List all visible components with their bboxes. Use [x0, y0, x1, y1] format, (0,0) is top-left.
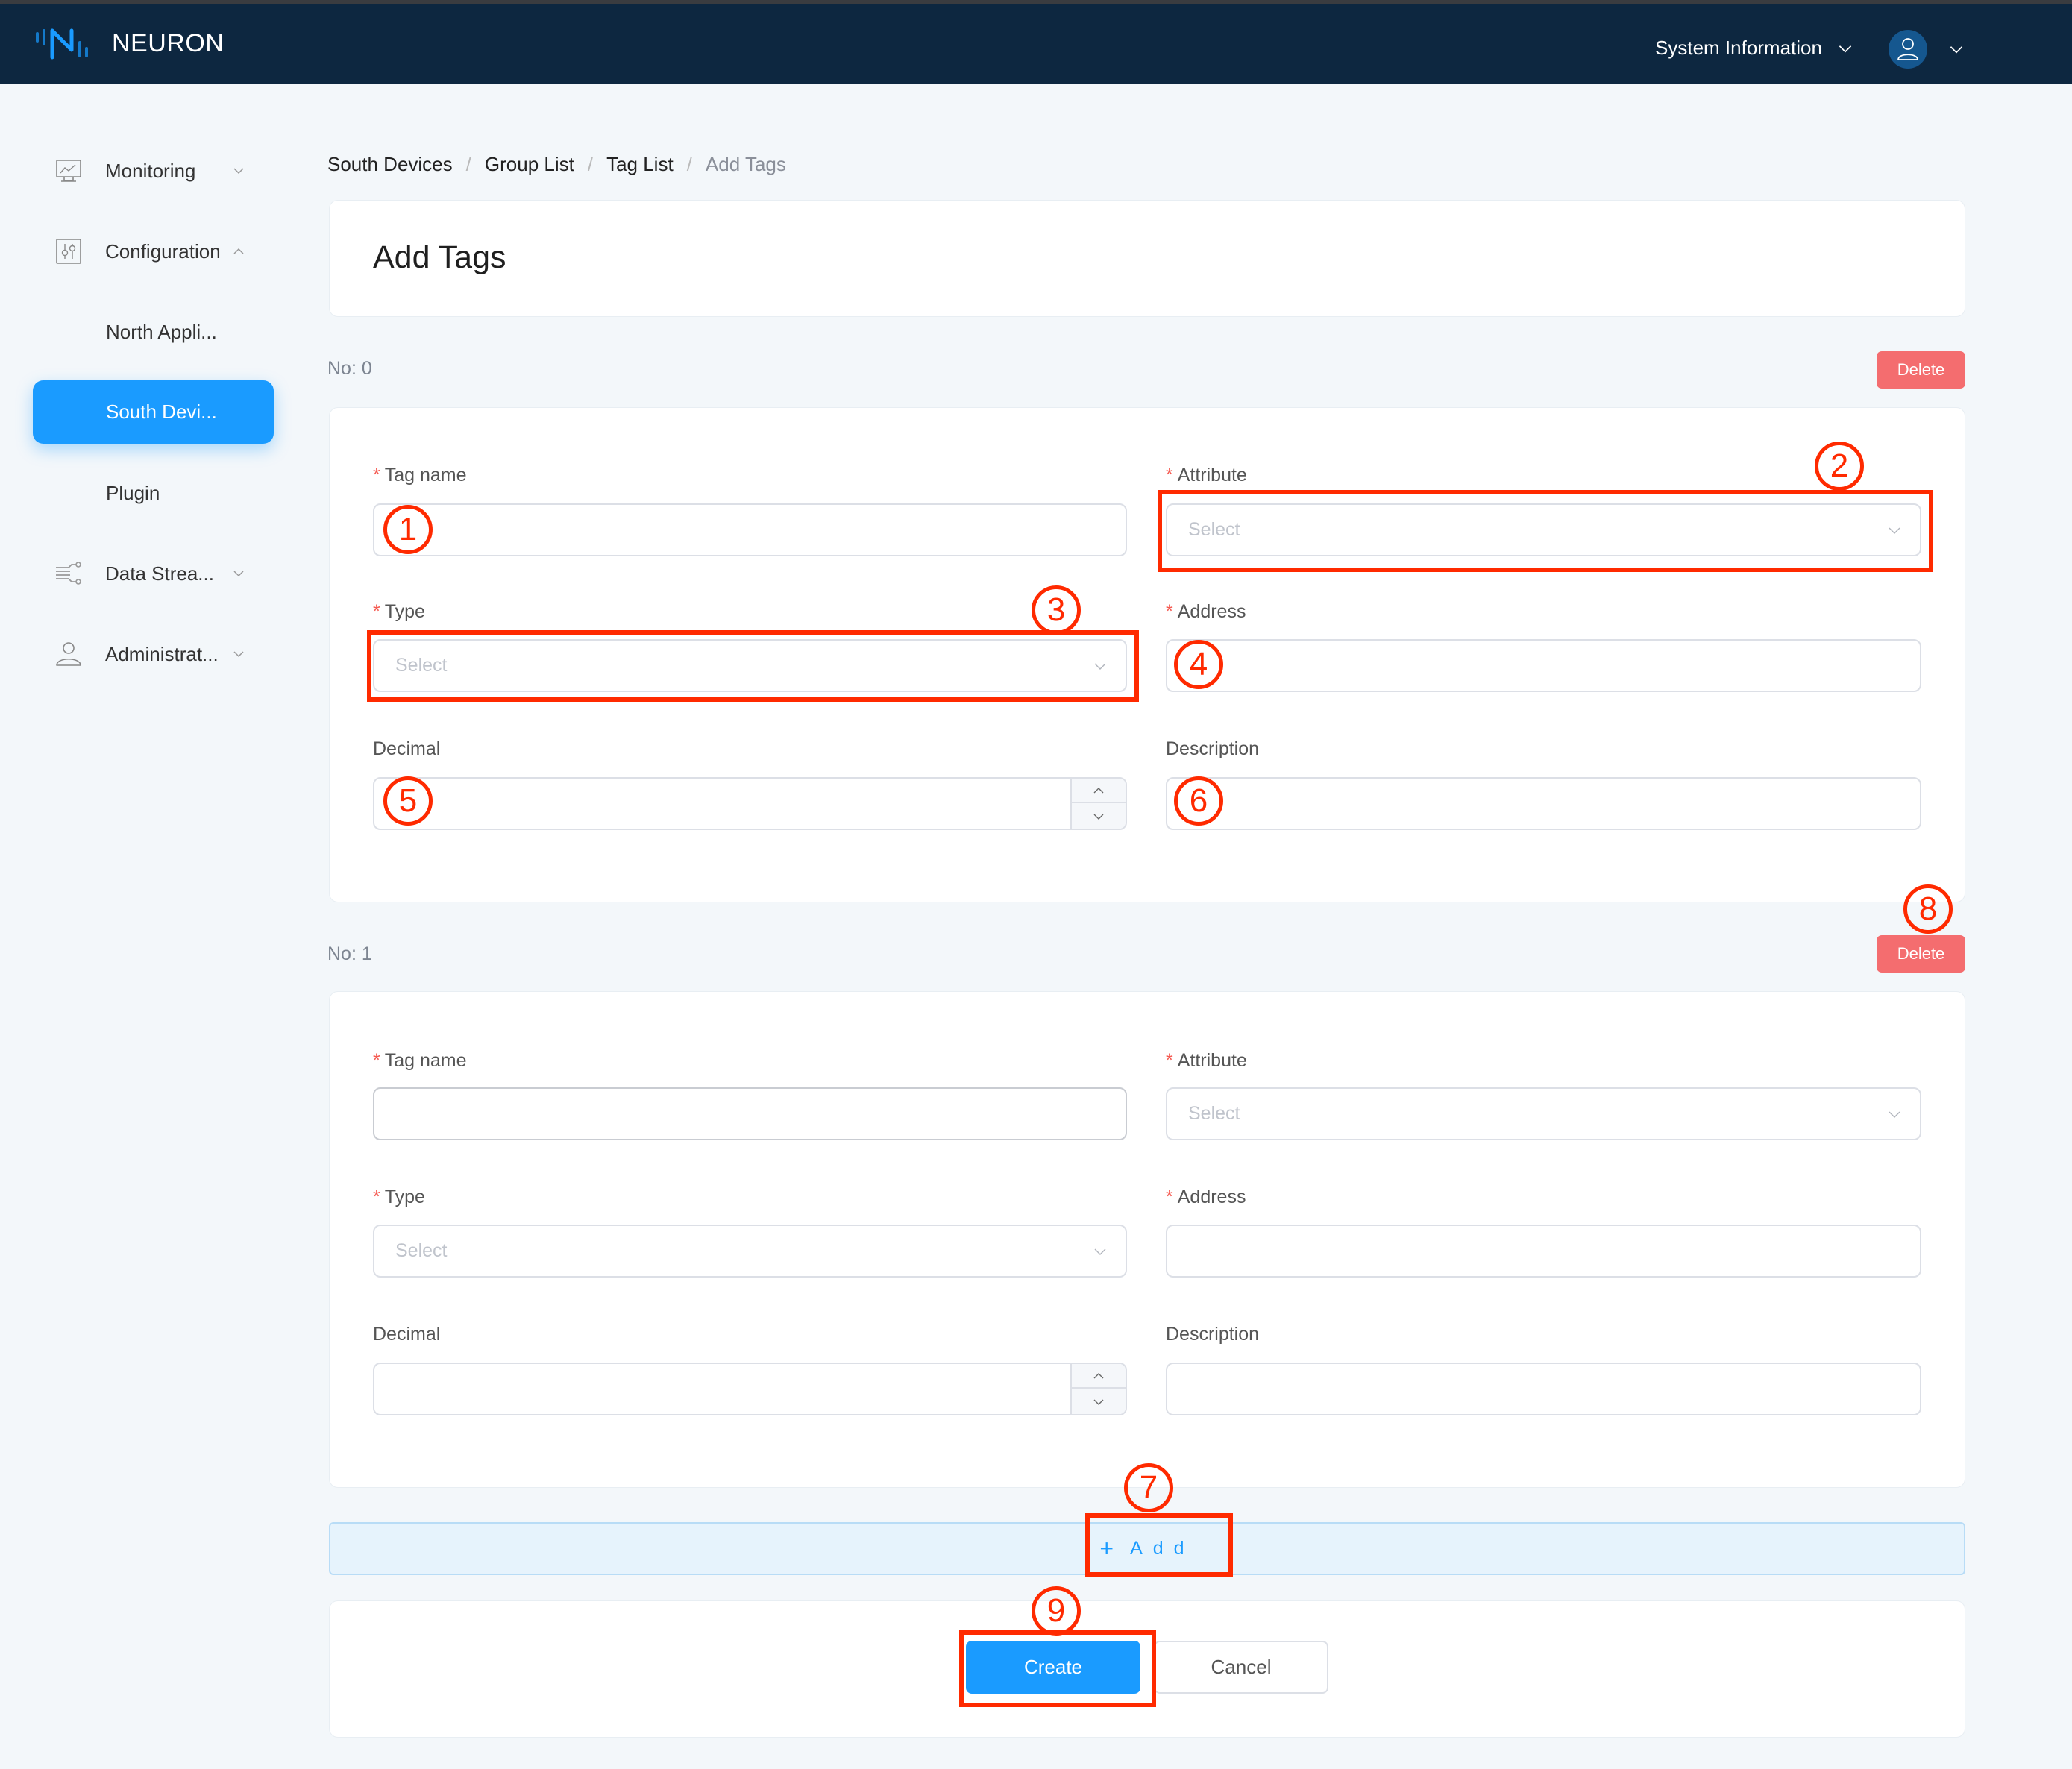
- type-placeholder: Select: [395, 655, 448, 676]
- chevron-down-icon: [1094, 1248, 1106, 1255]
- decimal-number-input[interactable]: [373, 1363, 1127, 1415]
- sliders-icon: [56, 239, 81, 264]
- sidebar-item-label: Administrat...: [105, 642, 219, 665]
- sidebar-item-plugin[interactable]: Plugin: [0, 471, 298, 515]
- description-label: Description: [1166, 1324, 1260, 1345]
- chevron-down-icon: [1093, 1399, 1104, 1405]
- type-label: * Type: [373, 601, 425, 622]
- attribute-select[interactable]: Select: [1166, 1087, 1921, 1140]
- attribute-placeholder: Select: [1188, 1103, 1240, 1124]
- chevron-down-icon: [1094, 663, 1106, 670]
- attribute-placeholder: Select: [1188, 519, 1240, 540]
- chevron-down-icon: [233, 651, 244, 658]
- address-input[interactable]: [1166, 639, 1921, 692]
- tag-name-input[interactable]: [373, 1087, 1127, 1140]
- breadcrumb-group-list[interactable]: Group List: [485, 153, 574, 176]
- form-actions-card: [329, 1600, 1965, 1738]
- sidebar-item-administration[interactable]: Administrat...: [0, 632, 298, 676]
- decrement-button[interactable]: [1072, 1389, 1126, 1414]
- type-select[interactable]: Select: [373, 639, 1127, 692]
- delete-tag-button[interactable]: Delete: [1877, 351, 1965, 389]
- sidebar-item-label: Configuration: [105, 239, 221, 263]
- decrement-button[interactable]: [1072, 804, 1126, 829]
- brand-name: NEURON: [112, 29, 225, 57]
- chevron-up-icon: [233, 248, 244, 254]
- decimal-number-input[interactable]: [373, 777, 1127, 830]
- user-avatar[interactable]: [1889, 30, 1927, 69]
- plus-icon: +: [1099, 1535, 1114, 1562]
- chevron-up-icon: [1093, 1372, 1104, 1378]
- decimal-stepper: [1070, 779, 1126, 829]
- page-title: Add Tags: [373, 239, 506, 275]
- sidebar-item-label: North Appli...: [106, 320, 217, 343]
- breadcrumb: South Devices / Group List / Tag List / …: [327, 153, 786, 176]
- neuron-logo-icon: [36, 28, 88, 60]
- sidebar-item-label: South Devi...: [106, 400, 217, 423]
- tag-name-label: * Tag name: [373, 465, 467, 486]
- breadcrumb-separator: /: [686, 153, 692, 175]
- delete-tag-button[interactable]: Delete: [1877, 935, 1965, 973]
- description-label: Description: [1166, 738, 1260, 759]
- description-input[interactable]: [1166, 1363, 1921, 1415]
- create-button[interactable]: Create: [966, 1641, 1140, 1694]
- breadcrumb-separator: /: [587, 153, 594, 175]
- sidebar-item-data-stream[interactable]: Data Strea...: [0, 551, 298, 596]
- decimal-label: Decimal: [373, 1324, 441, 1345]
- attribute-label: * Attribute: [1166, 465, 1247, 486]
- chevron-down-icon: [233, 168, 244, 175]
- page-title-card: Add Tags: [329, 200, 1965, 317]
- tag-name-label: * Tag name: [373, 1050, 467, 1071]
- data-stream-icon: [56, 562, 81, 585]
- increment-button[interactable]: [1072, 779, 1126, 803]
- tag-number-label: No: 0: [327, 358, 372, 379]
- type-label: * Type: [373, 1187, 425, 1207]
- sidebar-item-south-devices[interactable]: South Devi...: [33, 380, 274, 444]
- tag-name-input[interactable]: [373, 503, 1127, 556]
- chevron-up-icon: [1093, 787, 1104, 793]
- user-icon: [1897, 38, 1918, 60]
- add-tag-button[interactable]: + Add: [329, 1522, 1965, 1575]
- top-header: NEURON System Information: [0, 4, 2072, 84]
- type-select[interactable]: Select: [373, 1225, 1127, 1278]
- address-input[interactable]: [1166, 1225, 1921, 1278]
- breadcrumb-south-devices[interactable]: South Devices: [327, 153, 453, 176]
- sidebar-item-north-applications[interactable]: North Appli...: [0, 310, 298, 354]
- user-menu-chevron-down-icon[interactable]: [1947, 40, 1966, 59]
- chevron-down-icon: [233, 571, 244, 577]
- address-label: * Address: [1166, 601, 1246, 622]
- decimal-stepper: [1070, 1364, 1126, 1414]
- chevron-down-icon: [1839, 45, 1852, 53]
- sidebar-item-label: Monitoring: [105, 159, 196, 182]
- attribute-select[interactable]: Select: [1166, 503, 1921, 556]
- type-placeholder: Select: [395, 1240, 448, 1261]
- address-label: * Address: [1166, 1187, 1246, 1207]
- tag-number-label: No: 1: [327, 943, 372, 964]
- chevron-down-icon: [1889, 1111, 1900, 1118]
- chevron-down-icon: [1093, 814, 1104, 820]
- system-information-menu[interactable]: System Information: [1655, 37, 1855, 60]
- monitor-chart-icon: [56, 160, 81, 182]
- system-information-label: System Information: [1655, 37, 1822, 59]
- description-input[interactable]: [1166, 777, 1921, 830]
- breadcrumb-separator: /: [465, 153, 471, 175]
- breadcrumb-tag-list[interactable]: Tag List: [606, 153, 674, 176]
- cancel-button[interactable]: Cancel: [1154, 1641, 1328, 1694]
- sidebar-item-label: Data Strea...: [105, 562, 214, 585]
- add-label: Add: [1130, 1538, 1195, 1559]
- sidebar-item-configuration[interactable]: Configuration: [0, 229, 298, 274]
- user-icon: [56, 642, 81, 666]
- increment-button[interactable]: [1072, 1364, 1126, 1389]
- chevron-down-icon: [1889, 527, 1900, 534]
- attribute-label: * Attribute: [1166, 1050, 1247, 1071]
- sidebar-item-label: Plugin: [106, 481, 160, 504]
- sidebar-item-monitoring[interactable]: Monitoring: [0, 148, 298, 193]
- decimal-label: Decimal: [373, 738, 441, 759]
- breadcrumb-current: Add Tags: [705, 153, 786, 175]
